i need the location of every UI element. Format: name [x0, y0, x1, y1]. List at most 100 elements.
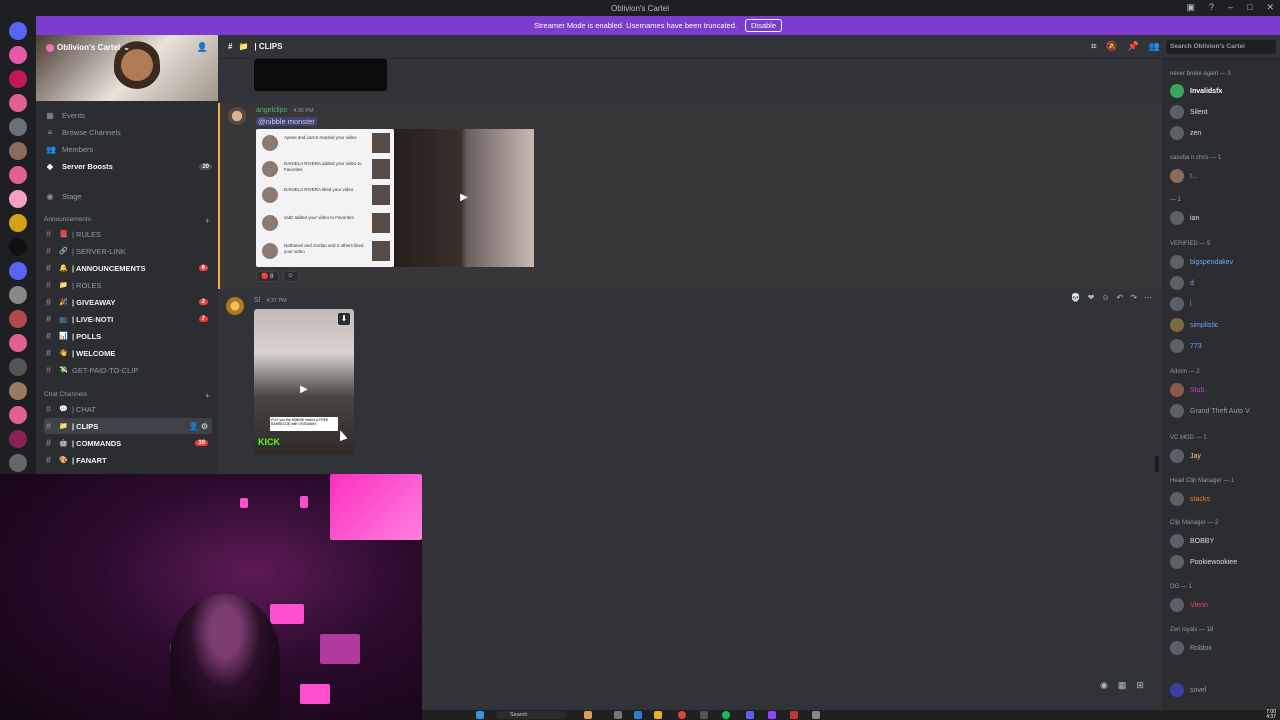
message[interactable]: Sl 4:37 PM 💀 ❤ ☺ ↶ ↷ ⋯ ⬇ ▶ POV you the MI…	[218, 293, 1162, 455]
server-icon[interactable]	[9, 310, 27, 328]
add-reaction-icon[interactable]: ☺	[1101, 293, 1109, 302]
member-item[interactable]: Stub	[1170, 383, 1204, 397]
skull-reaction-icon[interactable]: 💀	[1071, 293, 1081, 302]
message-highlighted[interactable]: angelclips 4:36 PM @nibble monster Ayeee …	[218, 103, 1162, 289]
server-icon[interactable]	[9, 430, 27, 448]
inbox-icon[interactable]: ▣	[1186, 2, 1195, 13]
app-icon[interactable]	[812, 711, 820, 719]
chrome-icon[interactable]	[678, 711, 686, 719]
server-icon[interactable]	[9, 166, 27, 184]
channel-live-noti[interactable]: # 📺 | LIVE-NOTI 7	[44, 311, 212, 327]
app-icon[interactable]	[584, 711, 592, 719]
previous-media[interactable]	[254, 59, 387, 91]
member-item[interactable]: d	[1170, 276, 1194, 290]
play-icon[interactable]: ▶	[297, 383, 311, 397]
sidebar-item-server-boosts[interactable]: ◆ Server Boosts 20	[46, 162, 212, 171]
server-icon[interactable]	[9, 70, 27, 88]
gift-icon[interactable]: ◉	[1100, 680, 1108, 691]
member-item[interactable]: 773	[1170, 339, 1202, 353]
pin-icon[interactable]: 📌	[1128, 41, 1139, 52]
maximize-icon[interactable]: □	[1247, 2, 1252, 13]
server-icon[interactable]	[9, 334, 27, 352]
disable-streamer-mode-button[interactable]: Disable	[745, 19, 783, 32]
minimize-icon[interactable]: –	[1228, 2, 1233, 13]
channel-server-link[interactable]: # 🔗 | SERVER-LINK	[44, 243, 212, 259]
member-item[interactable]: zen	[1170, 126, 1201, 140]
server-icon[interactable]	[9, 94, 27, 112]
channel-settings-icon[interactable]: 👤 ⚙	[189, 422, 212, 431]
category-chat-channels[interactable]: Chat Channels +	[44, 391, 210, 401]
reply-icon[interactable]: ↶	[1117, 293, 1124, 302]
app-icon[interactable]	[700, 711, 708, 719]
channel-giveaway[interactable]: # 🎉 | GIVEAWAY 2	[44, 294, 212, 310]
invite-people-icon[interactable]: 👤	[197, 42, 208, 53]
server-icon[interactable]	[9, 190, 27, 208]
reaction-button[interactable]: 🔴 8	[256, 271, 279, 282]
sidebar-item-stage[interactable]: ◉ Stage	[46, 192, 212, 201]
member-item[interactable]: ian	[1170, 211, 1199, 225]
member-item[interactable]: Grand Theft Auto V	[1170, 404, 1250, 418]
member-item[interactable]: Roblox	[1170, 641, 1212, 655]
download-icon[interactable]: ⬇	[338, 313, 350, 325]
member-item[interactable]: Silent	[1170, 105, 1208, 119]
channel-get-paid-to-clip[interactable]: # 💸 GET-PAID-TO-CLIP	[44, 362, 212, 378]
scrollbar[interactable]	[1155, 456, 1159, 472]
app-icon[interactable]	[614, 711, 622, 719]
help-icon[interactable]: ?	[1209, 2, 1214, 13]
server-icon[interactable]	[9, 214, 27, 232]
channel-clips[interactable]: # 📁 | CLIPS 👤 ⚙	[44, 418, 212, 434]
channel-chat[interactable]: # 💬 | CHAT	[44, 401, 212, 417]
member-item[interactable]: l	[1170, 297, 1192, 311]
member-list-icon[interactable]: 👥	[1149, 41, 1160, 52]
add-channel-icon[interactable]: +	[205, 391, 210, 401]
start-icon[interactable]	[476, 711, 484, 719]
play-icon[interactable]: ▶	[457, 191, 471, 205]
server-icon[interactable]	[9, 358, 27, 376]
channel-announcements[interactable]: # 🔔 | ANNOUNCEMENTS 6	[44, 260, 212, 276]
app-icon[interactable]	[790, 711, 798, 719]
server-icon[interactable]	[9, 262, 27, 280]
channel-rules[interactable]: # 📕 | RULES	[44, 226, 212, 242]
member-item[interactable]: simplistic	[1170, 318, 1218, 332]
apps-icon[interactable]: ⊞	[1136, 680, 1144, 691]
channel-welcome[interactable]: # 👋 | WELCOME	[44, 345, 212, 361]
notification-bell-icon[interactable]: 🔕	[1106, 41, 1117, 52]
folder-icon[interactable]	[654, 711, 662, 719]
taskbar-search[interactable]: Search	[496, 711, 566, 719]
sidebar-item-events[interactable]: ▦ Events	[46, 111, 212, 120]
video-attachment[interactable]: ▶	[394, 129, 534, 267]
app-icon[interactable]	[768, 711, 776, 719]
category-announcements[interactable]: Announcements +	[44, 216, 210, 226]
server-icon[interactable]	[9, 142, 27, 160]
server-icon[interactable]	[9, 286, 27, 304]
server-icon[interactable]	[9, 406, 27, 424]
avatar[interactable]	[228, 107, 246, 125]
heart-reaction-icon[interactable]: ❤	[1088, 293, 1095, 302]
notification-screenshot[interactable]: Ayeee and carrot reacted your video DANI…	[256, 129, 394, 267]
server-icon[interactable]	[9, 382, 27, 400]
threads-icon[interactable]: ⌗	[1091, 41, 1096, 52]
sidebar-item-members[interactable]: 👥 Members	[46, 145, 212, 154]
more-icon[interactable]: ⋯	[1144, 293, 1152, 302]
close-icon[interactable]: ✕	[1266, 2, 1274, 13]
channel-fanart[interactable]: # 🎨 | FANART	[44, 452, 212, 468]
member-item[interactable]: Pookiewookiee	[1170, 555, 1237, 569]
add-reaction-button[interactable]: ☺	[282, 271, 299, 282]
sidebar-item-browse-channels[interactable]: ≡ Browse Channels	[46, 128, 212, 137]
channel-polls[interactable]: # 📊 | POLLS	[44, 328, 212, 344]
server-icon[interactable]	[9, 118, 27, 136]
clock[interactable]: 7:00 4:37	[1266, 710, 1276, 720]
add-channel-icon[interactable]: +	[205, 216, 210, 226]
message-author[interactable]: Sl 4:37 PM	[254, 297, 287, 304]
forward-icon[interactable]: ↷	[1130, 293, 1137, 302]
gif-icon[interactable]: ▦	[1118, 680, 1127, 691]
server-icon[interactable]	[9, 46, 27, 64]
user-mention[interactable]: @nibble monster	[256, 117, 317, 126]
server-icon[interactable]	[9, 238, 27, 256]
spotify-icon[interactable]	[722, 711, 730, 719]
discord-icon[interactable]	[746, 711, 754, 719]
message-author[interactable]: angelclips 4:36 PM	[256, 107, 314, 114]
channel-roles[interactable]: # 📁 | ROLES	[44, 277, 212, 293]
home-icon[interactable]	[9, 22, 27, 40]
server-icon[interactable]	[9, 454, 27, 472]
